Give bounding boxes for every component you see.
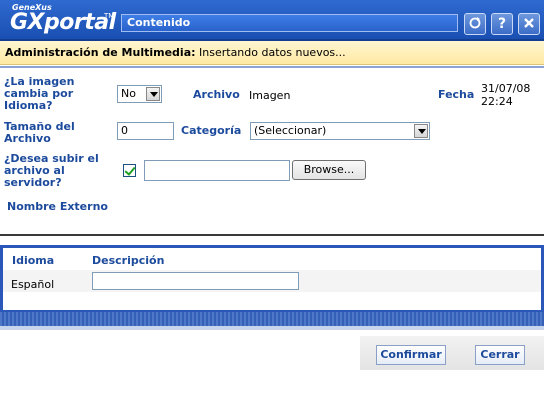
- help-icon: ?: [497, 16, 507, 32]
- date-label: Fecha: [438, 88, 475, 101]
- grid-footer: [0, 312, 544, 326]
- browse-button[interactable]: Browse...: [292, 160, 366, 180]
- category-label: Categoría: [181, 124, 242, 137]
- category-select[interactable]: (Seleccionar): [250, 122, 430, 140]
- file-value: Imagen: [249, 89, 291, 102]
- close-form-button[interactable]: Cerrar: [475, 345, 525, 365]
- divider: [0, 234, 544, 236]
- app-header: GeneXus GXportal TM Contenido ?: [0, 0, 544, 41]
- file-label: Archivo: [193, 88, 240, 101]
- upload-path-input[interactable]: [144, 160, 290, 181]
- close-icon: [524, 18, 534, 28]
- image-changes-select[interactable]: No: [117, 85, 162, 103]
- chevron-down-icon: [146, 87, 160, 101]
- image-changes-value: No: [121, 87, 136, 100]
- image-changes-label: ¿La imagen cambia por Idioma?: [4, 75, 75, 112]
- refresh-button[interactable]: [464, 13, 486, 35]
- grid-header-idioma: Idioma: [12, 254, 55, 267]
- external-name-label: Nombre Externo: [7, 200, 108, 213]
- upload-checkbox[interactable]: [123, 164, 136, 177]
- language-grid: Idioma Descripción Español: [0, 245, 544, 313]
- window-title: Contenido: [121, 14, 458, 32]
- info-bar: Administración de Multimedia: Insertando…: [0, 41, 544, 65]
- grid-header-descripcion: Descripción: [92, 254, 165, 267]
- confirm-button[interactable]: Confirmar: [376, 345, 446, 365]
- help-button[interactable]: ?: [491, 13, 513, 35]
- action-bar-left: [0, 336, 360, 370]
- brand-trademark: TM: [104, 12, 115, 20]
- brand-logo: GXportal: [10, 10, 116, 35]
- file-size-input[interactable]: 0: [117, 122, 174, 140]
- description-input[interactable]: [92, 272, 299, 290]
- file-size-label: Tamaño del Archivo: [4, 120, 75, 145]
- divider: [0, 66, 544, 68]
- info-heading: Administración de Multimedia:: [5, 46, 196, 59]
- refresh-icon: [469, 17, 481, 29]
- chevron-down-icon: [414, 124, 428, 138]
- grid-cell-idioma: Español: [11, 278, 55, 291]
- category-value: (Seleccionar): [254, 124, 327, 137]
- close-button[interactable]: [518, 13, 540, 35]
- info-message: Insertando datos nuevos...: [199, 46, 346, 59]
- date-value: 31/07/08 22:24: [481, 82, 531, 108]
- upload-label: ¿Desea subir el archivo al servidor?: [4, 152, 99, 189]
- grid-footer-strip: [0, 326, 544, 330]
